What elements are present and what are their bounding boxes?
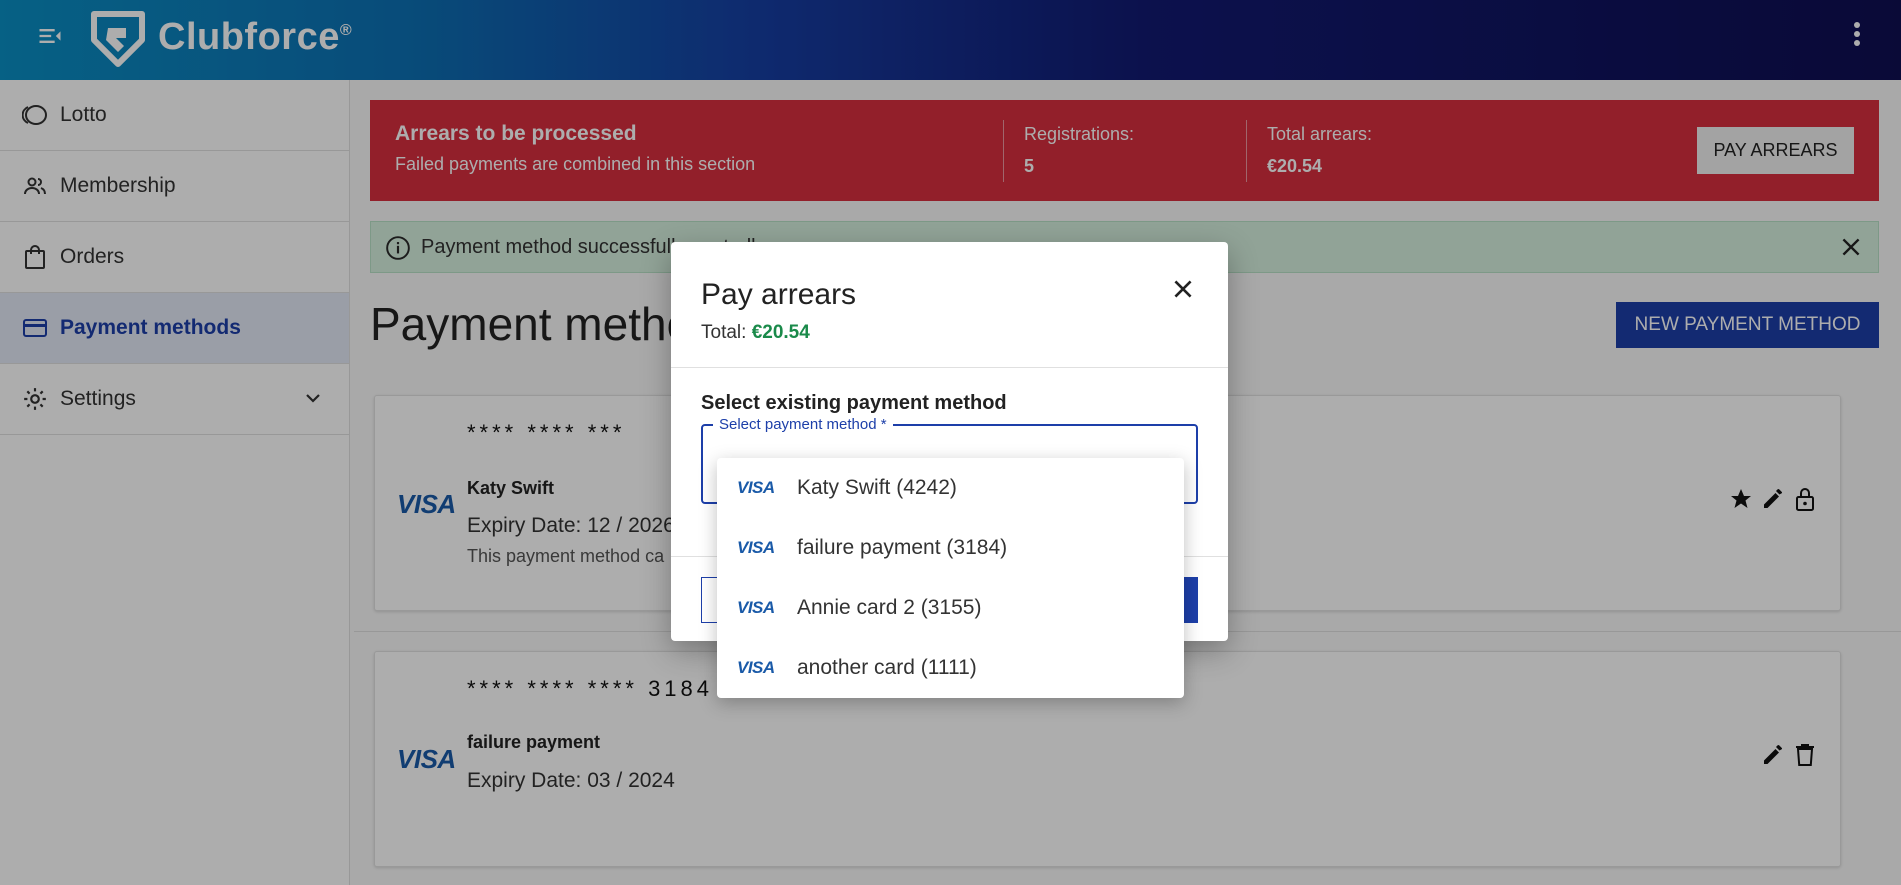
dropdown-option[interactable]: VISA another card (1111) (717, 638, 1184, 698)
option-label: failure payment (3184) (797, 536, 1008, 559)
dropdown-option[interactable]: VISA failure payment (3184) (717, 518, 1184, 578)
option-label: Annie card 2 (3155) (797, 596, 982, 619)
visa-logo-icon: VISA (737, 538, 775, 557)
dialog-section-title: Select existing payment method (701, 392, 1007, 414)
payment-method-dropdown: VISA Katy Swift (4242) VISA failure paym… (717, 458, 1184, 698)
dialog-title: Pay arrears (701, 278, 857, 311)
option-label: Katy Swift (4242) (797, 476, 957, 499)
divider (671, 367, 1228, 368)
visa-logo-icon: VISA (737, 478, 775, 497)
dropdown-option[interactable]: VISA Katy Swift (4242) (717, 458, 1184, 518)
option-label: another card (1111) (797, 656, 977, 679)
dropdown-option[interactable]: VISA Annie card 2 (3155) (717, 578, 1184, 638)
close-icon[interactable] (1170, 276, 1196, 302)
visa-logo-icon: VISA (737, 658, 775, 677)
dialog-total-value: €20.54 (751, 322, 810, 343)
dialog-total: Total: €20.54 (701, 322, 810, 344)
select-label: Select payment method * (713, 416, 893, 433)
dialog-total-label: Total: (701, 322, 747, 343)
visa-logo-icon: VISA (737, 598, 775, 617)
